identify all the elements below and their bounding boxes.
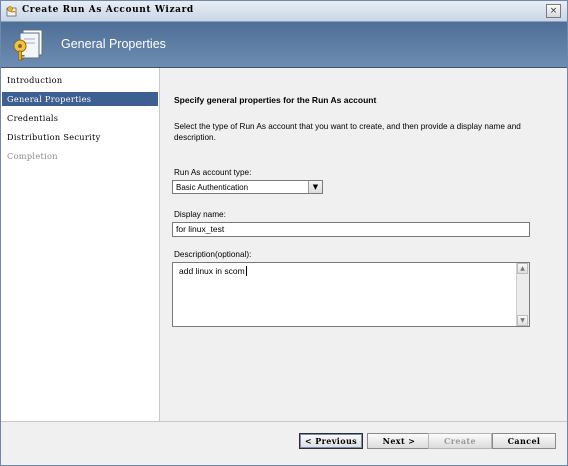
page-title: General Properties	[61, 37, 166, 51]
close-button[interactable]: ×	[546, 4, 561, 18]
scroll-down-icon[interactable]: ▼	[517, 315, 528, 326]
display-name-label: Display name:	[174, 210, 226, 219]
cancel-button[interactable]: Cancel	[492, 433, 556, 449]
wizard-steps-nav: Introduction General Properties Credenti…	[1, 68, 160, 421]
sidebar-item-credentials[interactable]: Credentials	[2, 111, 158, 125]
wizard-app-icon	[6, 6, 17, 17]
sidebar-item-completion: Completion	[7, 151, 58, 161]
description-scrollbar[interactable]: ▲ ▼	[516, 263, 529, 326]
description-value: add linux in scom	[179, 266, 245, 276]
sidebar-item-distribution-security[interactable]: Distribution Security	[2, 130, 158, 144]
description-label: Description(optional):	[174, 250, 252, 259]
description-field[interactable]: add linux in scom ▲ ▼	[172, 262, 530, 327]
display-name-field[interactable]: for linux_test	[172, 222, 530, 237]
title-bar[interactable]: Create Run As Account Wizard ×	[1, 1, 567, 22]
account-type-label: Run As account type:	[174, 168, 252, 177]
text-caret	[245, 266, 247, 276]
section-heading: Specify general properties for the Run A…	[174, 95, 377, 105]
wizard-window: Create Run As Account Wizard × General P…	[0, 0, 568, 466]
wizard-footer: < Previous Next > Create Cancel	[1, 422, 567, 465]
section-description: Select the type of Run As account that y…	[174, 122, 521, 142]
create-button: Create	[428, 433, 492, 449]
next-button[interactable]: Next >	[367, 433, 431, 449]
previous-button[interactable]: < Previous	[299, 433, 363, 449]
scroll-up-icon[interactable]: ▲	[517, 263, 528, 274]
key-document-icon	[13, 29, 43, 61]
sidebar-item-general-properties[interactable]: General Properties	[2, 92, 158, 106]
main-content: Specify general properties for the Run A…	[160, 68, 567, 421]
page-header: General Properties	[1, 22, 567, 68]
chevron-down-icon[interactable]: ▼	[308, 181, 322, 193]
account-type-value: Basic Authentication	[176, 183, 249, 192]
sidebar-item-introduction[interactable]: Introduction	[2, 73, 158, 87]
window-title: Create Run As Account Wizard	[22, 5, 194, 15]
account-type-dropdown[interactable]: Basic Authentication ▼	[172, 180, 323, 194]
